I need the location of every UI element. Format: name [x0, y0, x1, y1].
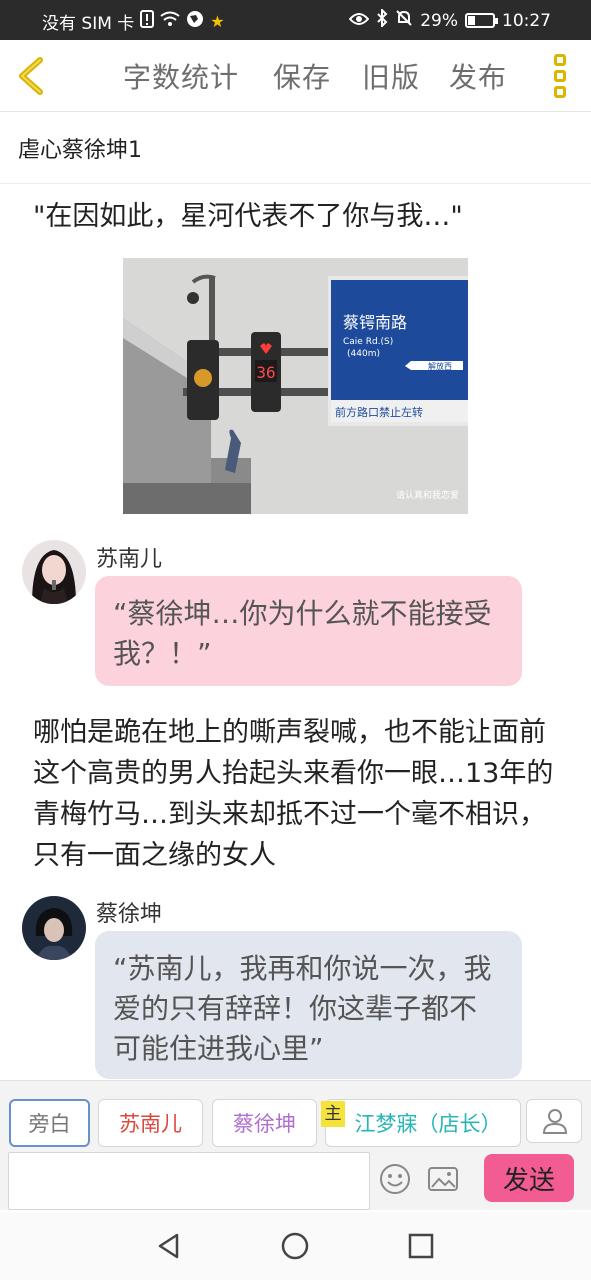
story-photo[interactable]: 36 蔡锷南路 Caie Rd.(S) (440m) 解放西 前方路口禁止左转 …	[123, 258, 468, 514]
role-tab-cai-xu-kun[interactable]: 蔡徐坤	[212, 1099, 317, 1147]
carrier-text: 没有 SIM 卡	[42, 14, 135, 34]
status-right: 29% 10:27	[348, 7, 551, 32]
user-icon	[542, 1109, 568, 1134]
back-button[interactable]	[10, 54, 54, 98]
old-version-button[interactable]: 旧版	[362, 56, 420, 96]
battery-fill	[468, 16, 475, 25]
photo-street-sign-en: Caie Rd.(S)	[343, 337, 393, 347]
opening-quote: "在因如此，星河代表不了你与我…"	[33, 201, 463, 232]
battery-percent: 29%	[420, 10, 458, 31]
avatar-su-nan-er	[22, 540, 86, 604]
role-tab-su-nan-er[interactable]: 苏南儿	[98, 1099, 203, 1147]
title-divider	[0, 183, 591, 184]
host-badge: 主	[321, 1101, 345, 1127]
bluetooth-icon	[376, 7, 388, 32]
sim-alert-icon	[140, 10, 155, 33]
document-title[interactable]: 虐心蔡徐坤1	[18, 132, 142, 164]
profile-button[interactable]	[526, 1099, 582, 1143]
save-button[interactable]: 保存	[273, 56, 331, 96]
narration-text: 哪怕是跪在地上的嘶声裂喊，也不能让面前这个高贵的男人抬起头来看你一眼…13年的青…	[33, 717, 554, 871]
battery-icon	[465, 13, 498, 28]
status-bar: 没有 SIM 卡 ★ 29% 10:27	[0, 0, 591, 40]
photo-countdown: 36	[256, 363, 275, 382]
back-triangle-icon[interactable]	[153, 1230, 185, 1262]
photo-distance: (440m)	[347, 349, 380, 359]
photo-street-sign: 蔡锷南路	[343, 313, 407, 332]
home-circle-icon[interactable]	[279, 1230, 311, 1262]
role-label: 苏南儿	[119, 1112, 182, 1136]
role-label: 旁白	[28, 1112, 71, 1136]
traffic-light-photo: 36 蔡锷南路 Caie Rd.(S) (440m) 解放西 前方路口禁止左转 …	[123, 258, 468, 514]
vpn-icon	[186, 10, 204, 33]
system-nav-bar	[0, 1212, 591, 1280]
avatar[interactable]	[22, 896, 86, 960]
photo-sign-notice: 前方路口禁止左转	[335, 405, 423, 419]
message-input[interactable]	[8, 1152, 370, 1210]
message-bubble[interactable]: “蔡徐坤…你为什么就不能接受我？！”	[95, 576, 522, 686]
avatar[interactable]	[22, 540, 86, 604]
wifi-icon	[160, 11, 180, 32]
emoji-button[interactable]	[378, 1162, 412, 1196]
message-bubble[interactable]: “苏南儿，我再和你说一次，我爱的只有辞辞！你这辈子都不可能住进我心里”	[95, 931, 522, 1079]
star-icon: ★	[210, 11, 225, 31]
recents-square-icon[interactable]	[405, 1230, 437, 1262]
publish-button[interactable]: 发布	[449, 56, 507, 96]
mute-icon	[395, 9, 413, 32]
clock: 10:27	[502, 10, 551, 31]
speaker-name: 苏南儿	[96, 547, 163, 572]
eye-icon	[348, 11, 370, 31]
more-vertical-icon[interactable]	[548, 52, 572, 100]
photo-watermark: 请认真和我恋爱	[396, 489, 459, 501]
emoji-icon	[380, 1164, 410, 1194]
role-label: 江梦寐（店长）	[354, 1112, 502, 1136]
image-icon	[428, 1167, 458, 1191]
status-left: 没有 SIM 卡 ★	[42, 9, 225, 34]
speaker-name: 蔡徐坤	[96, 902, 163, 927]
editor-toolbar: 字数统计 保存 旧版 发布	[0, 40, 591, 112]
photo-direction: 解放西	[428, 361, 452, 371]
role-tab-narrator[interactable]: 旁白	[9, 1099, 90, 1147]
chevron-left-icon	[19, 57, 43, 95]
send-button[interactable]: 发送	[484, 1154, 574, 1202]
image-button[interactable]	[426, 1162, 460, 1196]
word-count-button[interactable]: 字数统计	[123, 56, 239, 96]
role-tab-jiang-meng-mei[interactable]: 江梦寐（店长）	[325, 1099, 521, 1147]
role-label: 蔡徐坤	[233, 1112, 296, 1136]
avatar-cai-xu-kun	[22, 896, 86, 960]
